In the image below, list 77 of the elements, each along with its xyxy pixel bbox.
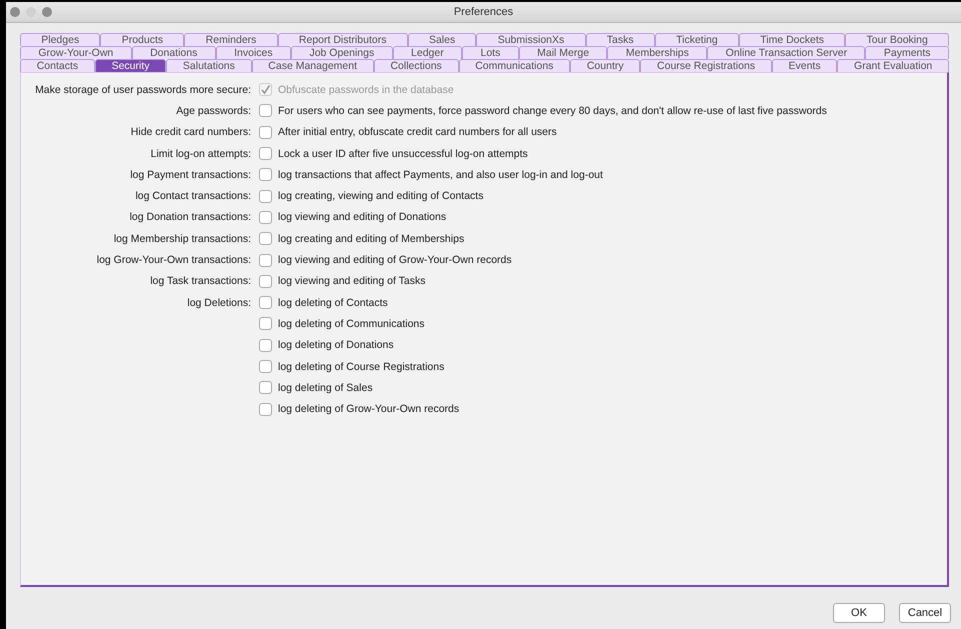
checkbox-label: log deleting of Contacts: [278, 296, 388, 309]
checkbox[interactable]: [259, 232, 272, 246]
checkbox-label: log transactions that affect Payments, and also user log-in and log-out: [278, 168, 603, 181]
checkbox[interactable]: [259, 360, 272, 373]
tab[interactable]: Events: [772, 59, 838, 72]
tab[interactable]: Ledger: [392, 46, 462, 59]
tab[interactable]: Security: [94, 59, 166, 72]
tab[interactable]: SubmissionXs: [476, 33, 586, 46]
tab[interactable]: Products: [100, 33, 184, 46]
tab[interactable]: Salutations: [166, 59, 252, 72]
tab[interactable]: Communications: [458, 59, 570, 72]
checkbox[interactable]: [259, 402, 272, 416]
tab[interactable]: Donations: [132, 46, 216, 59]
checkbox-label: Obfuscate passwords in the database: [278, 84, 454, 96]
tab[interactable]: Job Openings: [291, 46, 393, 59]
checkbox[interactable]: [259, 190, 272, 203]
setting-label: Make storage of user passwords more secure:: [35, 84, 251, 96]
checkbox[interactable]: [259, 381, 272, 394]
tab[interactable]: Grow-Your-Own: [20, 46, 132, 59]
dialog-button[interactable]: Cancel: [899, 603, 951, 623]
zoom-button[interactable]: [42, 7, 52, 17]
checkbox-label: log deleting of Donations: [278, 339, 394, 352]
checkbox[interactable]: [259, 274, 272, 288]
checkbox-label: log deleting of Communications: [278, 318, 424, 330]
checkbox-label: log deleting of Sales: [278, 382, 373, 394]
tab[interactable]: Report Distributors: [278, 33, 408, 46]
checkbox-label: Lock a user ID after five unsuccessful log-on attempts: [278, 148, 528, 160]
checkbox[interactable]: [259, 210, 272, 224]
checkbox[interactable]: [259, 104, 272, 118]
checkbox[interactable]: [259, 338, 272, 352]
tab[interactable]: Payments: [865, 46, 949, 59]
setting-label: log Contact transactions:: [135, 190, 251, 202]
tab[interactable]: Lots: [462, 46, 519, 59]
setting-label: log Membership transactions:: [114, 232, 251, 245]
tab[interactable]: Grant Evaluation: [837, 59, 949, 72]
window-title: Preferences: [454, 6, 514, 18]
setting-label: log Task transactions:: [150, 275, 251, 288]
tab[interactable]: Tasks: [586, 33, 655, 46]
tab[interactable]: Course Registrations: [640, 59, 772, 72]
checkbox-label: log viewing and editing of Tasks: [278, 275, 426, 288]
checkbox-label: After initial entry, obfuscate credit card numbers for all users: [278, 126, 557, 138]
tab[interactable]: Memberships: [607, 46, 708, 59]
setting-label: Hide credit card numbers:: [130, 126, 251, 138]
tab[interactable]: Mail Merge: [518, 46, 608, 59]
checkbox-label: For users who can see payments, force password change every 80 days, and don't allow re-use of last five passwords: [278, 104, 827, 117]
tab[interactable]: Online Transaction Server: [707, 46, 866, 59]
checkbox[interactable]: [259, 254, 272, 267]
checkbox[interactable]: [259, 296, 272, 310]
tab[interactable]: Country: [570, 59, 640, 72]
tab[interactable]: Ticketing: [654, 33, 739, 46]
tab[interactable]: Contacts: [20, 59, 95, 72]
close-button[interactable]: [10, 7, 20, 17]
tab[interactable]: Sales: [408, 33, 476, 46]
tab[interactable]: Reminders: [184, 33, 278, 46]
dialog-button[interactable]: OK: [833, 603, 885, 623]
checkbox-label: log viewing and editing of Donations: [278, 211, 446, 224]
checkbox-label: log deleting of Course Registrations: [278, 360, 444, 372]
setting-label: log Payment transactions:: [130, 168, 251, 181]
tab[interactable]: Tour Booking: [845, 33, 950, 46]
setting-label: log Grow-Your-Own transactions:: [96, 254, 251, 266]
checkbox[interactable]: [259, 317, 272, 330]
tab[interactable]: Invoices: [216, 46, 292, 59]
setting-label: Limit log-on attempts:: [150, 148, 251, 160]
tab[interactable]: Time Dockets: [738, 33, 846, 46]
tab[interactable]: Collections: [374, 59, 459, 72]
checkbox-label: log creating, viewing and editing of Contacts: [278, 190, 484, 202]
tab[interactable]: Case Management: [252, 59, 374, 72]
checkbox[interactable]: [259, 168, 272, 182]
checkbox-label: log deleting of Grow-Your-Own records: [278, 403, 460, 416]
setting-label: log Donation transactions:: [130, 211, 251, 224]
checkbox[interactable]: [259, 126, 272, 139]
checkbox-label: log creating and editing of Memberships: [278, 232, 464, 245]
checkbox[interactable]: [259, 147, 272, 160]
setting-label: Age passwords:: [176, 104, 251, 117]
tab[interactable]: Pledges: [20, 33, 100, 46]
setting-label: log Deletions:: [187, 296, 251, 309]
checkbox-label: log viewing and editing of Grow-Your-Own records: [278, 254, 512, 266]
